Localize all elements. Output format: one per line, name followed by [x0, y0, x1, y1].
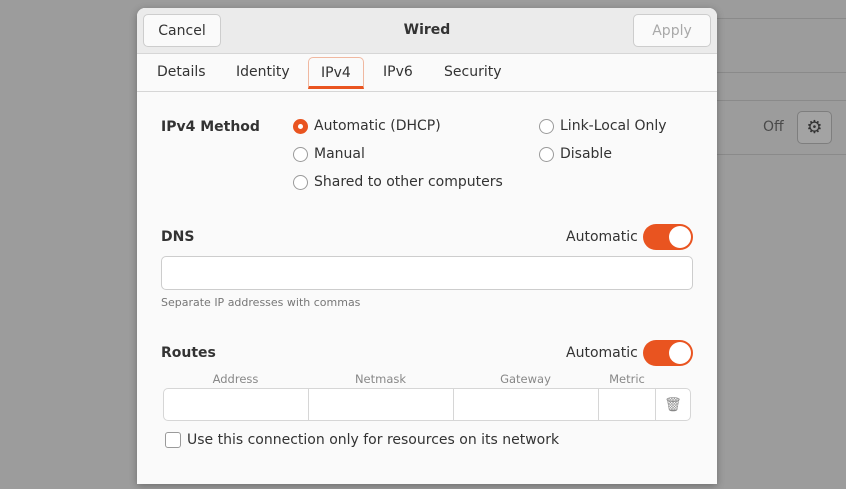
radio-label: Shared to other computers: [314, 174, 503, 190]
routes-automatic-toggle[interactable]: [643, 340, 693, 366]
dialog-header: Cancel Wired Apply: [137, 8, 717, 54]
dns-input[interactable]: [161, 256, 693, 290]
route-row: 🗑: [163, 388, 691, 421]
tab-security[interactable]: Security: [432, 57, 514, 89]
dns-hint: Separate IP addresses with commas: [161, 296, 361, 309]
tab-details[interactable]: Details: [145, 57, 218, 89]
trash-icon: 🗑: [664, 396, 682, 413]
radio-label: Automatic (DHCP): [314, 118, 441, 134]
radio-automatic-dhcp[interactable]: Automatic (DHCP): [293, 118, 441, 134]
gear-button[interactable]: ⚙: [797, 111, 832, 144]
radio-disable[interactable]: Disable: [539, 146, 612, 162]
tab-ipv4[interactable]: IPv4: [308, 57, 364, 89]
background-divider: [717, 72, 846, 73]
radio-indicator: [293, 146, 308, 162]
wired-dialog: Cancel Wired Apply Details Identity IPv4…: [137, 8, 717, 484]
radio-indicator: [293, 118, 308, 134]
background-divider: [717, 100, 846, 101]
radio-indicator: [539, 146, 554, 162]
column-gateway: Gateway: [500, 372, 551, 386]
delete-route-button[interactable]: 🗑: [656, 389, 690, 420]
routes-automatic-label: Automatic: [566, 345, 638, 361]
checkbox-indicator: [165, 432, 181, 448]
tab-ipv6[interactable]: IPv6: [371, 57, 425, 89]
column-netmask: Netmask: [354, 372, 407, 386]
radio-label: Link-Local Only: [560, 118, 667, 134]
radio-shared[interactable]: Shared to other computers: [293, 174, 503, 190]
route-metric-input[interactable]: [599, 389, 656, 420]
checkbox-label: Use this connection only for resources o…: [187, 432, 560, 448]
routes-label: Routes: [161, 345, 216, 361]
apply-button[interactable]: Apply: [633, 14, 711, 47]
dns-automatic-toggle[interactable]: [643, 224, 693, 250]
tab-bar: Details Identity IPv4 IPv6 Security: [137, 54, 717, 92]
gear-icon: ⚙: [806, 117, 823, 138]
column-address: Address: [212, 372, 259, 386]
column-metric: Metric: [609, 372, 645, 386]
route-address-input[interactable]: [164, 389, 309, 420]
background-divider: [717, 154, 846, 155]
radio-label: Disable: [560, 146, 612, 162]
background-status: Off: [763, 119, 784, 135]
radio-indicator: [293, 174, 308, 190]
dns-label: DNS: [161, 229, 195, 245]
tab-identity[interactable]: Identity: [224, 57, 302, 89]
route-netmask-input[interactable]: [309, 389, 454, 420]
ipv4-method-label: IPv4 Method: [161, 119, 260, 135]
radio-link-local[interactable]: Link-Local Only: [539, 118, 667, 134]
dns-automatic-label: Automatic: [566, 229, 638, 245]
radio-manual[interactable]: Manual: [293, 146, 365, 162]
dialog-title: Wired: [403, 22, 451, 38]
radio-label: Manual: [314, 146, 365, 162]
only-local-checkbox[interactable]: Use this connection only for resources o…: [165, 432, 559, 448]
radio-indicator: [539, 118, 554, 134]
route-gateway-input[interactable]: [454, 389, 599, 420]
background-divider: [717, 18, 846, 19]
